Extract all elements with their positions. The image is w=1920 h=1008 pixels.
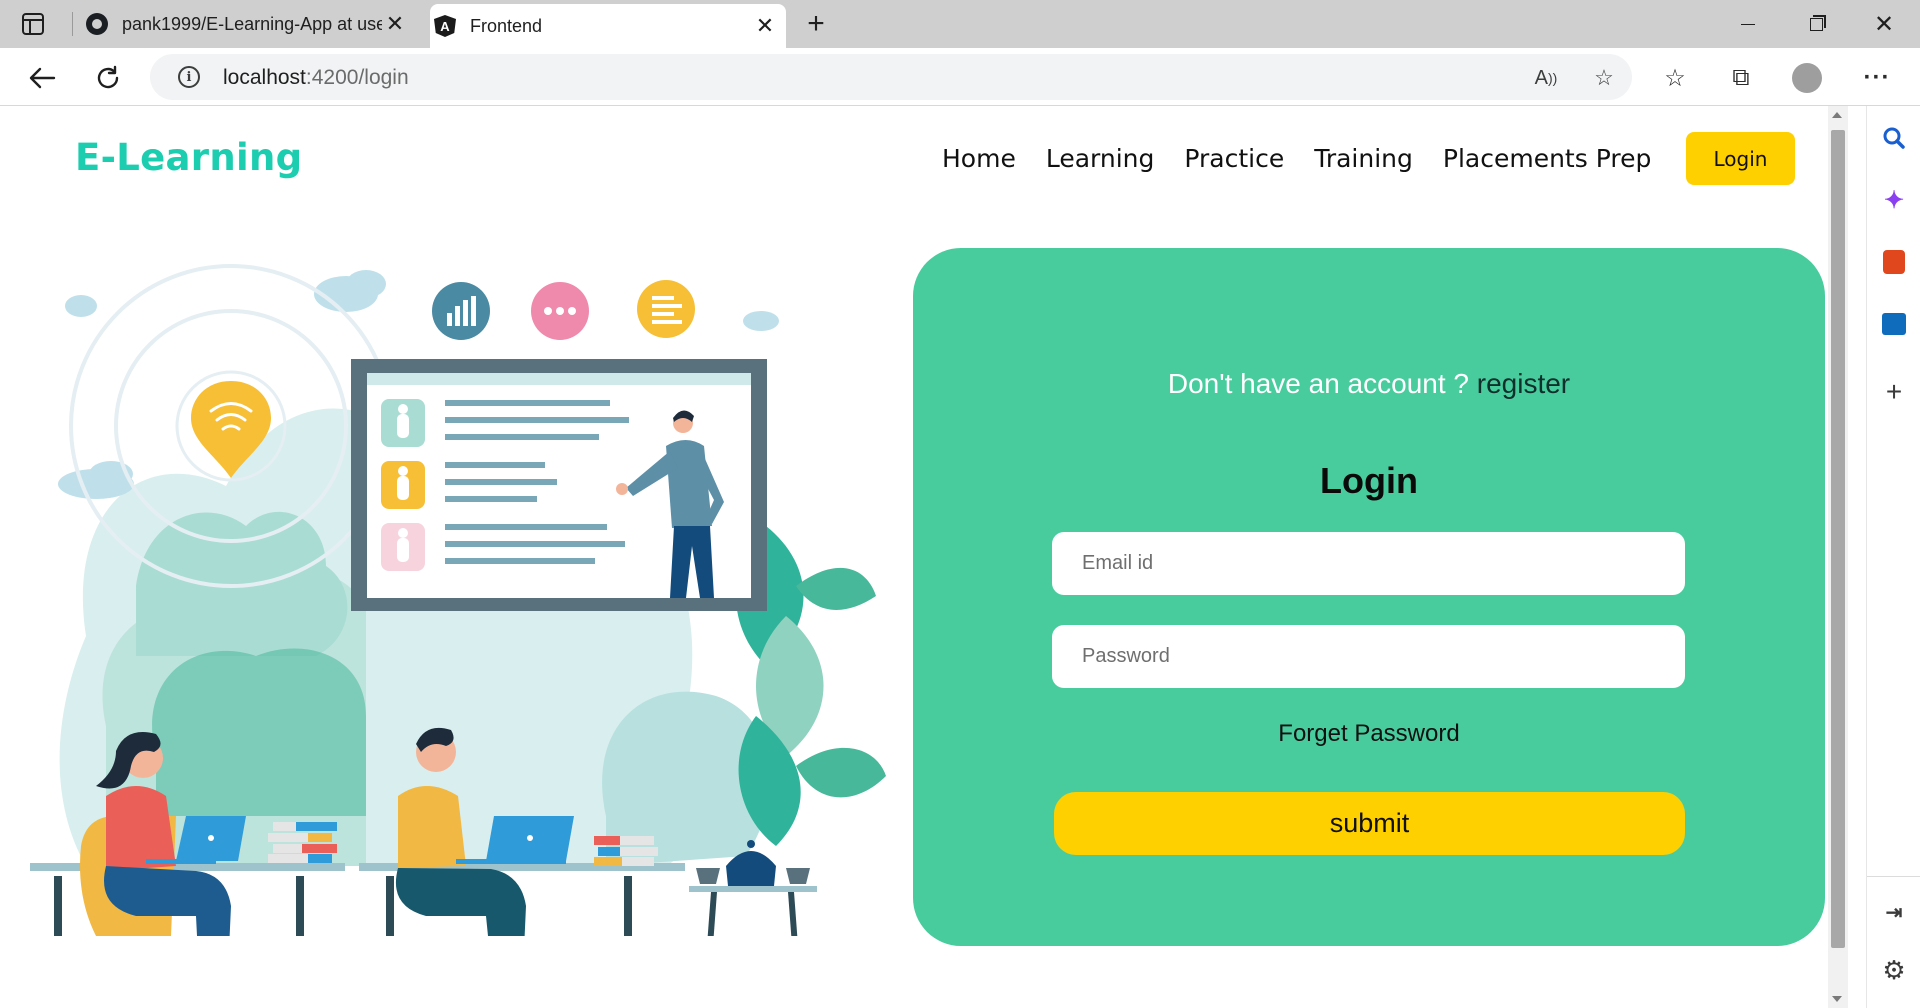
read-aloud-icon[interactable]: A)) <box>1532 64 1560 92</box>
restore-button[interactable] <box>1782 0 1850 48</box>
angular-icon: A <box>434 15 456 37</box>
scroll-down-arrow-icon[interactable] <box>1832 996 1842 1002</box>
back-arrow-icon[interactable] <box>24 60 60 96</box>
close-tab-icon[interactable]: ✕ <box>752 13 778 39</box>
e-learning-illustration <box>30 264 886 936</box>
nav-practice[interactable]: Practice <box>1184 144 1284 173</box>
main-nav: Home Learning Practice Training Placemen… <box>942 144 1651 173</box>
nav-learning[interactable]: Learning <box>1046 144 1155 173</box>
profile-avatar[interactable] <box>1792 63 1822 93</box>
close-window-button[interactable]: ✕ <box>1850 0 1918 48</box>
more-menu-icon[interactable]: ··· <box>1862 63 1892 93</box>
office-icon[interactable] <box>1880 248 1908 276</box>
login-card: Don't have an account ? register Login F… <box>913 248 1825 946</box>
browser-tab-github[interactable]: pank1999/E-Learning-App at use ✕ <box>82 0 428 48</box>
nav-home[interactable]: Home <box>942 144 1016 173</box>
search-icon[interactable] <box>1880 124 1908 152</box>
hide-sidebar-icon[interactable]: ⇥ <box>1880 898 1908 926</box>
url-text[interactable]: localhost:4200/login <box>223 66 409 90</box>
site-info-icon[interactable]: i <box>178 66 200 88</box>
url-host: localhost <box>223 66 306 89</box>
add-sidebar-app-icon[interactable]: + <box>1880 376 1908 407</box>
page-viewport: E-Learning Home Learning Practice Traini… <box>0 106 1828 1008</box>
add-favorite-icon[interactable]: ☆ <box>1590 64 1618 92</box>
browser-tab-frontend[interactable]: A Frontend ✕ <box>430 4 786 48</box>
login-title: Login <box>1320 460 1418 501</box>
forgot-password-link[interactable]: Forget Password <box>913 720 1825 748</box>
password-field[interactable] <box>1052 625 1685 688</box>
scroll-thumb[interactable] <box>1831 130 1845 948</box>
outlook-icon[interactable] <box>1880 310 1908 338</box>
close-tab-icon[interactable]: ✕ <box>382 11 408 37</box>
sidebar-divider <box>1867 876 1920 877</box>
settings-gear-icon[interactable]: ⚙ <box>1880 955 1908 985</box>
copilot-icon[interactable]: ✦ <box>1880 186 1908 214</box>
nav-login-button[interactable]: Login <box>1686 132 1795 185</box>
collections-icon[interactable]: ⧉ <box>1726 63 1756 93</box>
url-path: :4200/login <box>305 66 409 89</box>
new-tab-button[interactable]: + <box>800 7 832 40</box>
browser-tab-bar: pank1999/E-Learning-App at use ✕ A Front… <box>0 0 1920 48</box>
tab-title: Frontend <box>470 15 543 36</box>
address-bar[interactable]: i localhost:4200/login A)) ☆ <box>150 54 1632 100</box>
site-logo[interactable]: E-Learning <box>75 136 302 179</box>
register-prompt: Don't have an account ? register <box>913 368 1825 400</box>
reload-icon[interactable] <box>90 60 126 96</box>
register-prompt-text: Don't have an account ? <box>1167 368 1469 399</box>
submit-button[interactable]: submit <box>1054 792 1685 855</box>
tab-separator <box>72 12 73 36</box>
email-field[interactable] <box>1052 532 1685 595</box>
minimize-button[interactable] <box>1714 0 1782 48</box>
nav-placements-prep[interactable]: Placements Prep <box>1443 144 1651 173</box>
favorites-icon[interactable]: ☆ <box>1660 63 1690 93</box>
edge-sidebar: ✦ + ⇥ ⚙ <box>1866 106 1920 1008</box>
scroll-up-arrow-icon[interactable] <box>1832 112 1842 118</box>
github-icon <box>86 13 108 35</box>
page-scrollbar[interactable] <box>1828 106 1848 1008</box>
tab-title: pank1999/E-Learning-App at use <box>122 13 382 34</box>
tab-actions-icon[interactable] <box>22 13 44 35</box>
nav-training[interactable]: Training <box>1314 144 1413 173</box>
register-link[interactable]: register <box>1477 368 1570 399</box>
browser-toolbar: i localhost:4200/login A)) ☆ ☆ ⧉ ··· <box>0 48 1920 106</box>
